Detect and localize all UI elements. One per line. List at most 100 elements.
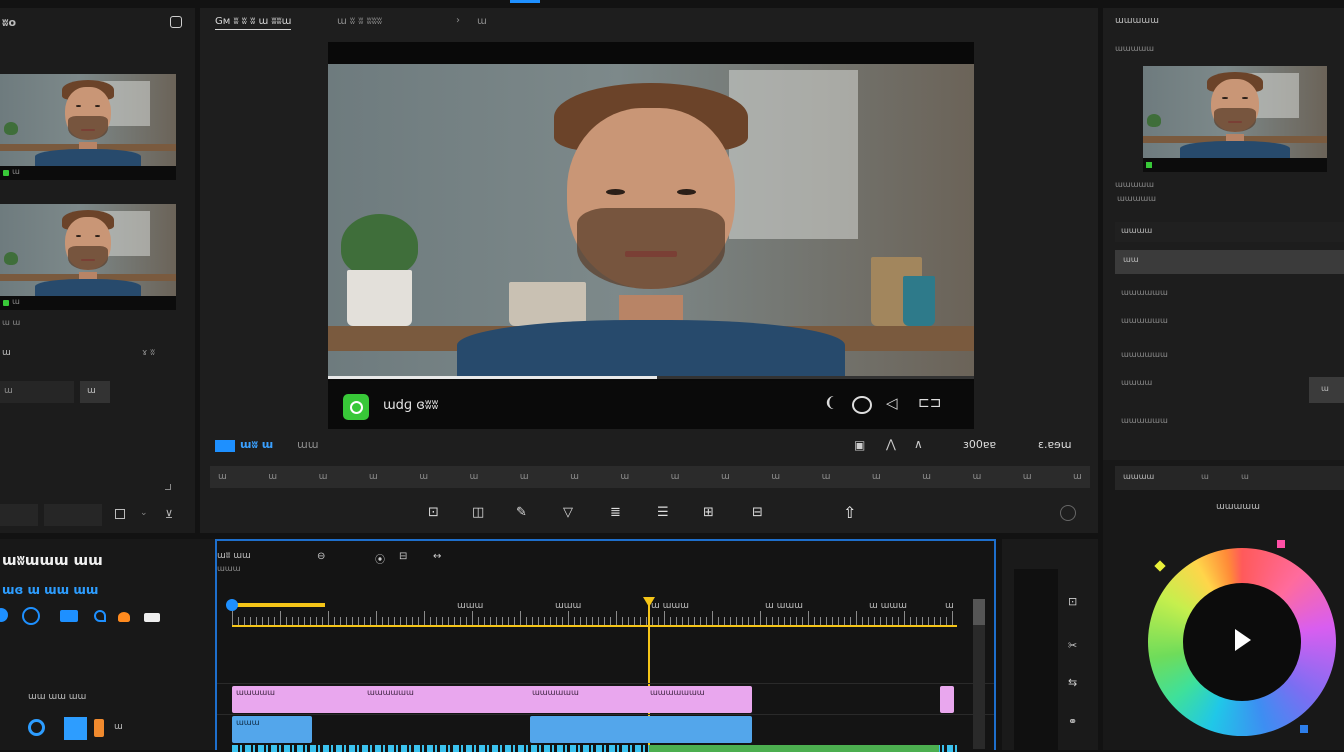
arrow-up-icon[interactable]: ⇧ (843, 503, 856, 522)
mode-badge[interactable] (215, 440, 235, 452)
timeline-scrollbar[interactable] (973, 599, 985, 749)
pen-tool-icon[interactable]: ✎ (516, 505, 527, 520)
track-color-1[interactable] (64, 717, 87, 740)
undo-icon[interactable] (1060, 505, 1076, 521)
tab-2[interactable]: ɯ ʬ ʬ ʬʬʬ (337, 16, 382, 27)
rotate-icon[interactable]: ⋀ (886, 437, 896, 451)
ruler-tick (820, 617, 821, 625)
resize-handle-icon[interactable] (165, 484, 171, 490)
track-btn-1[interactable] (0, 608, 8, 622)
toolbar-label[interactable]: ɯ (922, 472, 931, 482)
toolbar-label[interactable]: ɯ (520, 472, 529, 482)
color-wheel[interactable] (1148, 548, 1336, 736)
share-icon[interactable]: ⊟ (752, 505, 763, 520)
lasso-tool-icon[interactable]: ▽ (563, 505, 573, 520)
color-handle-2[interactable] (1277, 540, 1285, 548)
toolbar-label[interactable]: ɯ (570, 472, 579, 482)
toolbar-label[interactable]: ɯ (721, 472, 730, 482)
tab-b[interactable]: ɯ (1201, 472, 1209, 481)
footer-box-1[interactable] (0, 504, 38, 526)
track-btn-4[interactable] (94, 610, 106, 622)
inspector-thumbnail[interactable] (1143, 66, 1327, 158)
clip-audio-2[interactable] (530, 716, 752, 743)
razor-icon[interactable]: ✂ (1068, 639, 1077, 652)
color-handle-3[interactable] (1300, 725, 1308, 733)
slip-icon[interactable]: ⇆ (1068, 676, 1077, 689)
tab-active[interactable]: Gᴍ ʬ ʬ ʬ ɯ ʬʬɯ (215, 16, 292, 30)
toolbar-label[interactable]: ɯ (972, 472, 981, 482)
footer-box-2[interactable] (44, 504, 102, 526)
toolbar-label[interactable]: ɯ (771, 472, 780, 482)
crop-icon[interactable]: ▣ (854, 438, 865, 452)
toolbar-label[interactable]: ɯ (1023, 472, 1032, 482)
timeline-link-icon[interactable]: ↔ (433, 551, 441, 562)
media-value-button[interactable]: ɯ (80, 381, 110, 403)
prev-icon[interactable]: ❨ (824, 395, 836, 411)
tab-3[interactable]: ɯ (477, 16, 487, 27)
playback-progress[interactable] (328, 376, 974, 379)
speaker-icon[interactable]: ◁ (886, 394, 898, 412)
ruler-tick (400, 617, 401, 625)
media-value-box[interactable]: ɯ (0, 381, 74, 403)
track-btn-3[interactable] (60, 610, 78, 622)
camera-icon[interactable] (852, 396, 872, 414)
effects-icon[interactable]: ≣ (610, 505, 621, 520)
color-handle-1[interactable] (1154, 560, 1166, 572)
track-lock-1[interactable] (94, 719, 104, 737)
ruler-tick (364, 617, 365, 625)
align-icon[interactable]: ☰ (657, 505, 669, 520)
marker-icon[interactable]: ⊡ (1068, 595, 1077, 608)
track-btn-5[interactable] (118, 612, 130, 622)
media-thumbnail-1[interactable] (0, 74, 176, 166)
export-icon[interactable]: ⊞ (703, 505, 714, 520)
in-marker[interactable] (226, 599, 238, 611)
play-icon[interactable] (343, 394, 369, 420)
play-icon[interactable] (1235, 629, 1251, 651)
waveform-green[interactable] (649, 745, 939, 752)
toolbar-strip[interactable]: ɯɯɯɯɯɯɯɯɯɯɯɯɯɯɯɯɯɯ (210, 466, 1090, 488)
track-toggle-1[interactable] (28, 719, 45, 736)
toolbar-label[interactable]: ɯ (469, 472, 478, 482)
in-out-range[interactable] (232, 603, 325, 607)
media-thumbnail-2[interactable] (0, 204, 176, 296)
chevron-down-icon[interactable]: ⌄ (140, 508, 148, 518)
toolbar-label[interactable]: ɯ (419, 472, 428, 482)
lasso-icon[interactable]: ∧ (914, 437, 923, 451)
timeline-snap-icon[interactable]: ⦿ (375, 551, 385, 566)
inspector-action-button[interactable]: ɯ (1309, 377, 1344, 403)
tab-a[interactable]: ɯɯɯɯ (1123, 472, 1154, 481)
toolbar-label[interactable]: ɯ (319, 472, 328, 482)
ruler-tick (754, 617, 755, 625)
track-btn-2[interactable] (22, 607, 40, 625)
tool-column (1014, 569, 1058, 750)
toolbar-label[interactable]: ɯ (620, 472, 629, 482)
copy-icon[interactable] (115, 509, 125, 519)
timeline-zoom-icon[interactable]: ⊖ (317, 551, 325, 562)
crop-tool-icon[interactable]: ⊡ (428, 505, 439, 520)
clip-video-2[interactable] (940, 686, 954, 713)
toolbar-label[interactable]: ɯ (218, 472, 227, 482)
link-icon[interactable]: ⚭ (1068, 715, 1077, 728)
track-btn-6[interactable] (144, 613, 160, 622)
toolbar-label[interactable]: ɯ (268, 472, 277, 482)
chat-icon[interactable] (170, 16, 182, 28)
tab-c[interactable]: ɯ (1241, 472, 1249, 481)
video-preview[interactable]: ɯdɡ ɞʬʬ ❨ ◁ ⊏⊐ (328, 42, 974, 429)
toolbar-label[interactable]: ɯ (1073, 472, 1082, 482)
clip-video-1[interactable]: ɯɯɯɯɯ ɯɯɯɯɯɯ ɯɯɯɯɯɯ ɯɯɯɯɯɯɯ (232, 686, 752, 713)
ruler-tick (934, 617, 935, 625)
ruler-tick (280, 611, 281, 625)
ruler-tick (928, 617, 929, 625)
toolbar-label[interactable]: ɯ (671, 472, 680, 482)
toolbar-label[interactable]: ɯ (369, 472, 378, 482)
clip-audio-1[interactable]: ɯɯɯ (232, 716, 312, 743)
inspector-highlight-row[interactable]: ɯɯ (1115, 250, 1344, 274)
toolbar-label[interactable]: ɯ (872, 472, 881, 482)
timeline-cut-icon[interactable]: ⊟ (399, 551, 407, 562)
ruler-tick (724, 617, 725, 625)
toolbar-label[interactable]: ɯ (822, 472, 831, 482)
frame-tool-icon[interactable]: ◫ (472, 505, 484, 520)
ruler-tick (922, 617, 923, 625)
trash-icon[interactable]: ⊻ (165, 508, 173, 521)
fullscreen-icon[interactable]: ⊏⊐ (918, 395, 941, 411)
